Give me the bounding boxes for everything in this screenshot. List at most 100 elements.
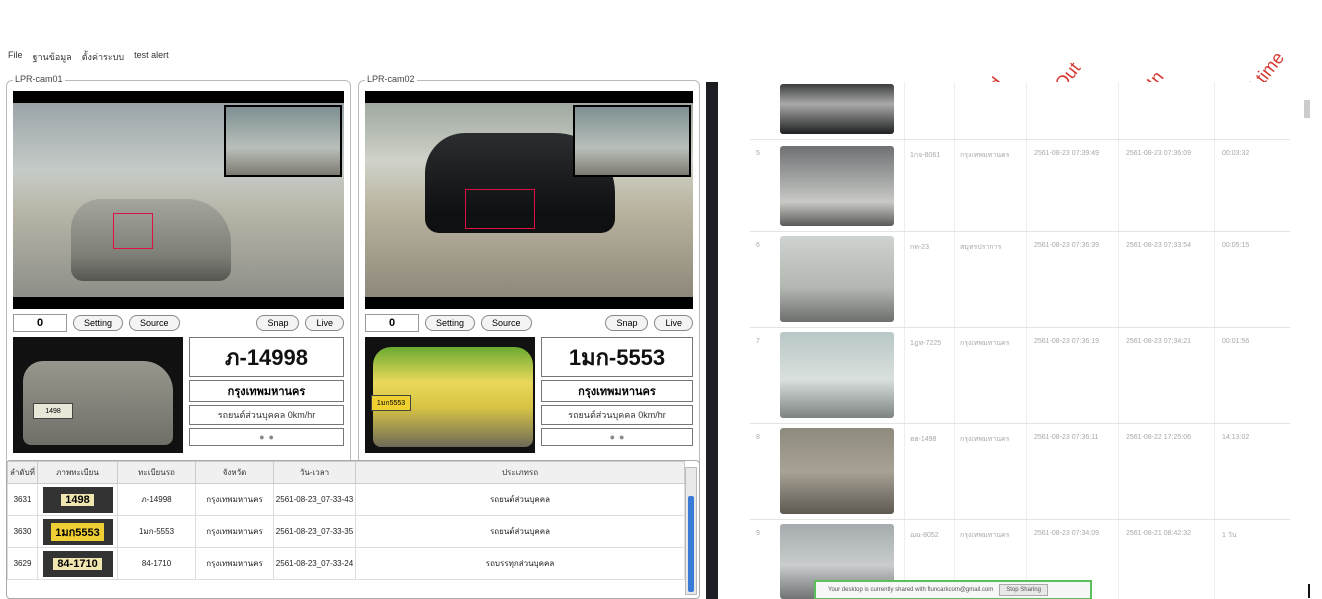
status-icons: ● ● bbox=[541, 428, 693, 446]
vehicle-count: 0 bbox=[365, 314, 419, 332]
row-time-out: 2561-08-23 07:36:11 bbox=[1034, 434, 1099, 441]
row-number: 7 bbox=[756, 338, 760, 345]
row-period: 14:13:02 bbox=[1222, 434, 1250, 441]
row-number: 3629 bbox=[7, 547, 38, 580]
recognition-result: ภ-14998 กรุงเทพมหานคร รถยนต์ส่วนบุคคล 0k… bbox=[189, 337, 344, 453]
source-button[interactable]: Source bbox=[481, 315, 532, 331]
recognition-result: 1มก-5553 กรุงเทพมหานคร รถยนต์ส่วนบุคคล 0… bbox=[541, 337, 693, 453]
plate-crop-image: 1มก5553 bbox=[365, 337, 535, 453]
row-plate: ฌฉ-8052 bbox=[910, 532, 939, 539]
row-period: 00:01:56 bbox=[1222, 338, 1250, 345]
camera-live-view bbox=[365, 91, 693, 309]
camera-label: LPR-cam01 bbox=[13, 74, 65, 84]
setting-button[interactable]: Setting bbox=[73, 315, 124, 331]
table-row[interactable]: 3629 84-1710 84-1710 กรุงเทพมหานคร 2561-… bbox=[7, 547, 685, 580]
source-button[interactable]: Source bbox=[129, 315, 180, 331]
menu-settings[interactable]: ตั้งค่าระบบ bbox=[82, 50, 124, 66]
detection-roi bbox=[465, 189, 535, 229]
plate-number: 1มก-5553 bbox=[541, 337, 693, 377]
menu-database[interactable]: ฐานข้อมูล bbox=[33, 50, 72, 66]
plate-log-table: ลำดับที่ ภาพทะเบียน ทะเบียนรถ จังหวัด วั… bbox=[7, 461, 685, 580]
detection-roi bbox=[113, 213, 153, 249]
row-plate: ฮฮ-1498 bbox=[910, 436, 937, 443]
row-number: 6 bbox=[756, 242, 760, 249]
row-plate: กท-23 bbox=[910, 244, 929, 251]
thumbnail-text: 1มก5553 bbox=[51, 522, 104, 541]
row-time: 2561-08-23_07-33-35 bbox=[273, 515, 356, 548]
row-brand: กรุงเทพมหานคร bbox=[960, 340, 1010, 347]
row-number: 3631 bbox=[7, 483, 38, 516]
row-time-in: 2561-08-22 17:25:06 bbox=[1126, 434, 1191, 441]
live-button[interactable]: Live bbox=[305, 315, 344, 331]
snap-button[interactable]: Snap bbox=[256, 315, 300, 331]
row-time-out: 2561-08-23 07:36:39 bbox=[1034, 242, 1099, 249]
grid-scrollbar[interactable] bbox=[685, 467, 697, 595]
table-row[interactable] bbox=[750, 82, 1290, 140]
row-plate: 1ฎท-7225 bbox=[910, 340, 942, 347]
menu-bar: File ฐานข้อมูล ตั้งค่าระบบ test alert bbox=[8, 50, 169, 66]
menu-file[interactable]: File bbox=[8, 50, 23, 66]
plate-province: กรุงเทพมหานคร bbox=[189, 380, 344, 402]
share-text: Your desktop is currently shared with fl… bbox=[828, 587, 994, 593]
row-brand: กรุงเทพมหานคร bbox=[960, 436, 1010, 443]
car-image bbox=[780, 146, 894, 226]
scrollbar-thumb[interactable] bbox=[688, 496, 694, 592]
plate-log-grid: ลำดับที่ ภาพทะเบียน ทะเบียนรถ จังหวัด วั… bbox=[6, 460, 700, 599]
row-time-in: 2561-08-23 07:33:54 bbox=[1126, 242, 1191, 249]
table-row[interactable]: 8 ฮฮ-1498 กรุงเทพมหานคร 2561-08-23 07:36… bbox=[750, 424, 1290, 520]
row-type: รถยนต์ส่วนบุคคล bbox=[355, 515, 685, 548]
row-type: รถบรรทุกส่วนบุคคล bbox=[355, 547, 685, 580]
row-plate: 1มก-5553 bbox=[117, 515, 196, 548]
menu-test-alert[interactable]: test alert bbox=[134, 50, 169, 66]
row-brand: กรุงเทพมหานคร bbox=[960, 152, 1010, 159]
plate-thumbnail: 84-1710 bbox=[42, 550, 113, 577]
camera-panel-1: LPR-cam01 0 Setting Source Snap Live 149… bbox=[6, 74, 351, 496]
text-cursor bbox=[1308, 584, 1310, 598]
plate-number: ภ-14998 bbox=[189, 337, 344, 377]
camera-live-view bbox=[13, 91, 344, 309]
setting-button[interactable]: Setting bbox=[425, 315, 476, 331]
crop-plate: 1498 bbox=[33, 403, 73, 419]
parking-table: 5 1กจ-8061 กรุงเทพมหานคร 2561-08-23 07:3… bbox=[750, 82, 1290, 599]
camera-inset-view bbox=[573, 105, 691, 177]
car-image bbox=[780, 332, 894, 418]
row-period: 1 วัน bbox=[1222, 532, 1237, 539]
page-scrollbar[interactable] bbox=[1304, 100, 1310, 118]
status-icon: ● bbox=[619, 432, 625, 442]
col-header: วัน-เวลา bbox=[273, 461, 356, 484]
screen-share-bar: Your desktop is currently shared with fl… bbox=[814, 580, 1092, 599]
row-time-out: 2561-08-23 07:34:09 bbox=[1034, 530, 1099, 537]
row-province: กรุงเทพมหานคร bbox=[195, 483, 274, 516]
vehicle-count: 0 bbox=[13, 314, 67, 332]
plate-thumbnail: 1มก5553 bbox=[42, 518, 113, 545]
crop-plate: 1มก5553 bbox=[371, 395, 411, 411]
snap-button[interactable]: Snap bbox=[605, 315, 649, 331]
camera-scene bbox=[365, 103, 693, 297]
table-row[interactable]: 7 1ฎท-7225 กรุงเทพมหานคร 2561-08-23 07:3… bbox=[750, 328, 1290, 424]
table-row[interactable]: 3631 1498 ภ-14998 กรุงเทพมหานคร 2561-08-… bbox=[7, 483, 685, 516]
window-edge bbox=[706, 82, 718, 599]
plate-province: กรุงเทพมหานคร bbox=[541, 380, 693, 402]
col-header: ทะเบียนรถ bbox=[117, 461, 196, 484]
table-row[interactable]: 5 1กจ-8061 กรุงเทพมหานคร 2561-08-23 07:3… bbox=[750, 140, 1290, 232]
row-province: กรุงเทพมหานคร bbox=[195, 547, 274, 580]
thumbnail-text: 84-1710 bbox=[53, 557, 102, 570]
row-type: รถยนต์ส่วนบุคคล bbox=[355, 483, 685, 516]
status-icons: ● ● bbox=[189, 428, 344, 446]
row-period: 00:03:32 bbox=[1222, 150, 1250, 157]
stop-sharing-button[interactable]: Stop Sharing bbox=[999, 584, 1048, 596]
table-row[interactable]: 3630 1มก5553 1มก-5553 กรุงเทพมหานคร 2561… bbox=[7, 515, 685, 548]
row-time-out: 2561-08-23 07:39:49 bbox=[1034, 150, 1099, 157]
car-image bbox=[780, 236, 894, 322]
col-header: จังหวัด bbox=[195, 461, 274, 484]
col-header: ลำดับที่ bbox=[7, 461, 38, 484]
vehicle-type: รถยนต์ส่วนบุคคล 0km/hr bbox=[189, 405, 344, 425]
status-icon: ● bbox=[259, 432, 265, 442]
plate-crop-image: 1498 bbox=[13, 337, 183, 453]
camera-controls: 0 Setting Source Snap Live bbox=[365, 313, 693, 333]
row-plate: 84-1710 bbox=[117, 547, 196, 580]
table-row[interactable]: 6 กท-23 สมุทรปราการ 2561-08-23 07:36:39 … bbox=[750, 232, 1290, 328]
row-number: 8 bbox=[756, 434, 760, 441]
status-icon: ● bbox=[609, 432, 615, 442]
live-button[interactable]: Live bbox=[654, 315, 693, 331]
